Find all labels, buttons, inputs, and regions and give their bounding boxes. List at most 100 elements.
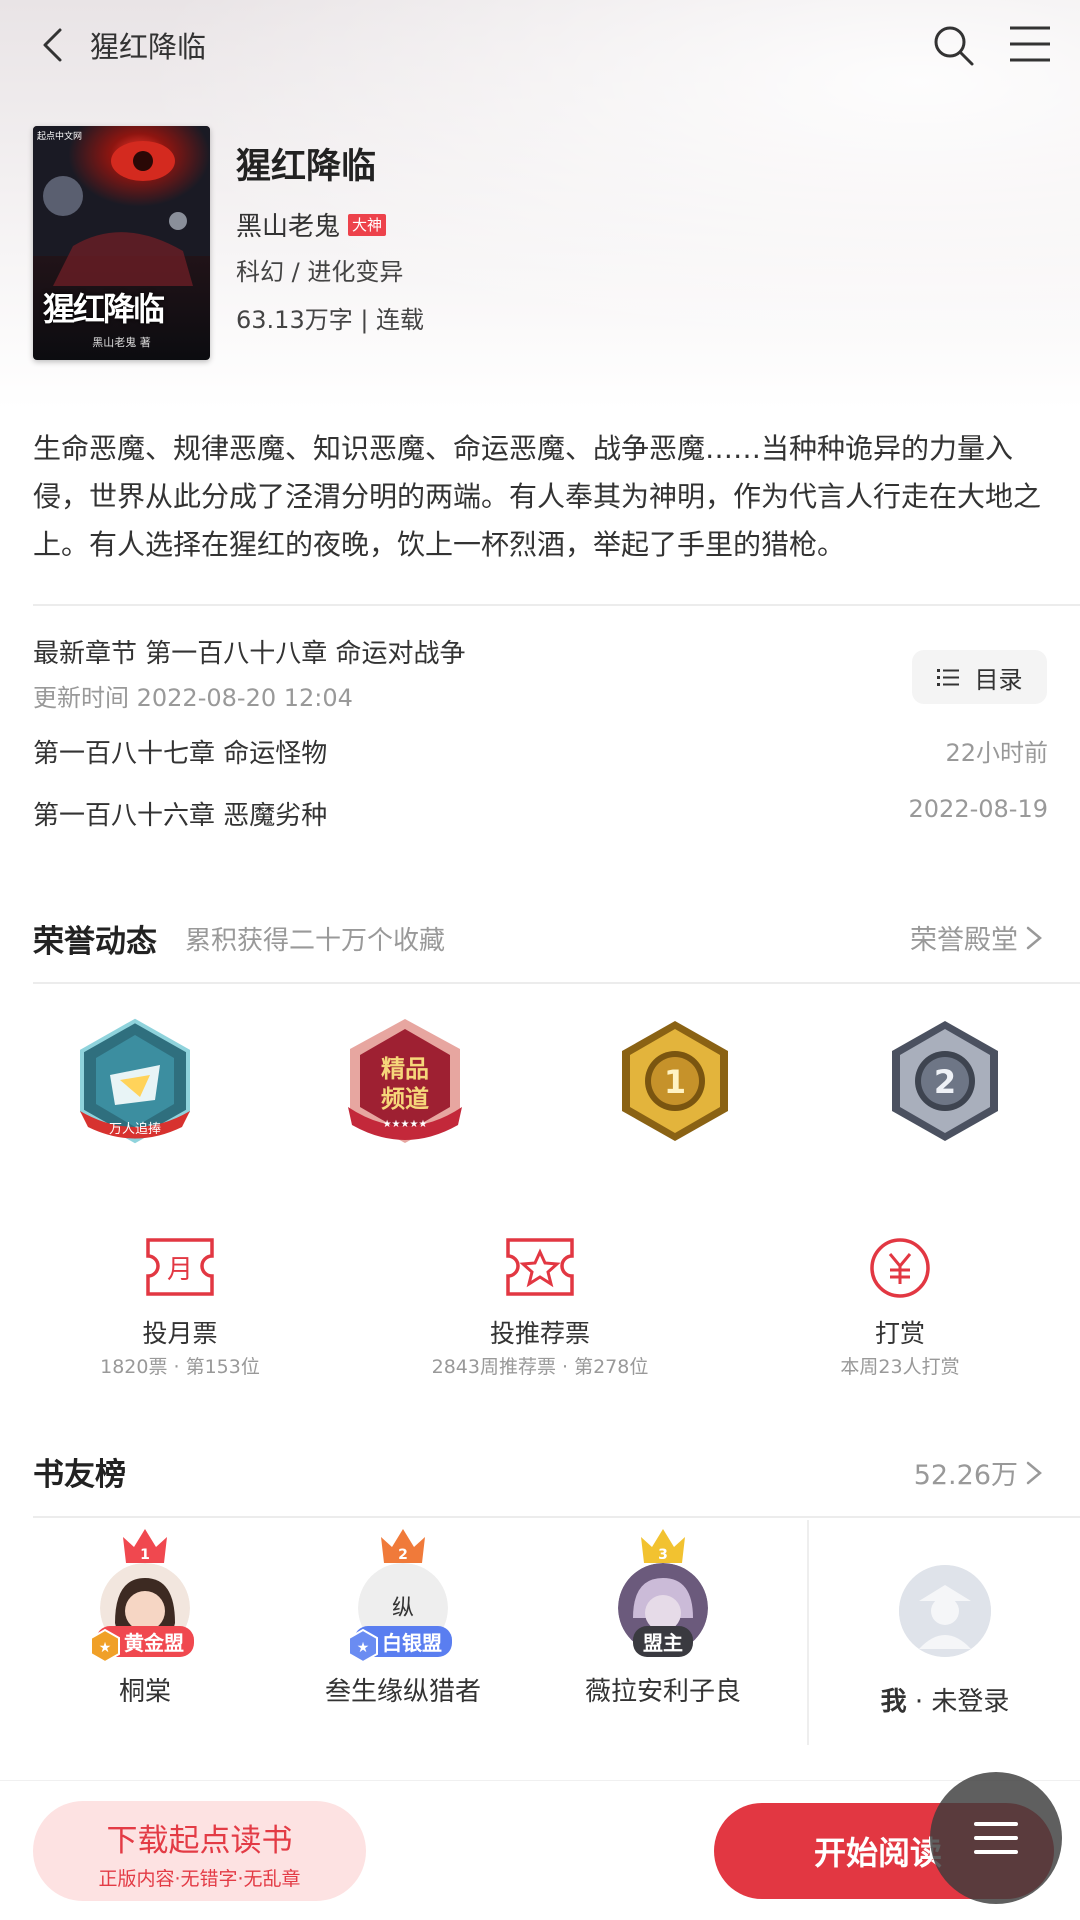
recommend-ticket-button[interactable]: 投推荐票 2843周推荐票 · 第278位: [430, 1232, 650, 1379]
catalog-label: 目录: [974, 665, 1023, 694]
fans-count-link[interactable]: 52.26万: [914, 1453, 1048, 1492]
chapter-row[interactable]: 第一百八十六章 恶魔劣种 2022-08-19: [33, 795, 1048, 832]
top-bar: 猩红降临: [0, 0, 1080, 90]
crown-icon: 2: [381, 1529, 425, 1563]
download-app-button[interactable]: 下载起点读书 正版内容·无错字·无乱章: [33, 1801, 366, 1901]
fan-name: 叁生缘纵猎者: [324, 1677, 481, 1707]
jingpin-badge-icon: 精品 频道 ★★★★★: [348, 1019, 462, 1143]
download-title: 下载起点读书: [106, 1823, 293, 1859]
author-name[interactable]: 黑山老鬼: [236, 206, 340, 243]
reward-button[interactable]: 打赏 本周23人打赏: [790, 1232, 1010, 1379]
bottom-bar: 下载起点读书 正版内容·无错字·无乱章 开始阅读: [0, 1780, 1080, 1920]
svg-text:纵: 纵: [392, 1596, 414, 1621]
svg-text:精品: 精品: [381, 1054, 429, 1083]
latest-chapter[interactable]: 最新章节 第一百八十八章 命运对战争: [33, 633, 466, 670]
cover-author: 黑山老鬼 著: [92, 336, 151, 349]
divider: [33, 604, 1080, 606]
divider: [33, 1516, 1080, 1518]
fan-name: 薇拉安利子良: [584, 1677, 741, 1707]
cover-title: 猩红降临: [43, 290, 165, 328]
svg-text:★: ★: [357, 1640, 370, 1656]
fans-header: 书友榜 52.26万: [33, 1445, 1048, 1495]
chapter-title: 第一百八十六章 恶魔劣种: [33, 801, 328, 831]
svg-text:2: 2: [934, 1063, 956, 1101]
nav-title: 猩红降临: [90, 30, 207, 64]
monthly-ticket-button[interactable]: 月 投月票 1820票 · 第153位: [70, 1232, 290, 1379]
cover-publisher: 起点中文网: [37, 132, 83, 142]
book-cover[interactable]: 起点中文网 猩红降临 黑山老鬼 著: [33, 126, 210, 360]
fans-title: 书友榜: [33, 1457, 126, 1493]
vote-label: 投推荐票: [489, 1319, 590, 1348]
crown-icon: 1: [123, 1529, 167, 1563]
chapter-title: 第一百八十七章 命运怪物: [33, 739, 328, 769]
chapter-row[interactable]: 第一百八十七章 命运怪物 22小时前: [33, 733, 1048, 770]
vote-sub: 本周23人打赏: [840, 1356, 960, 1378]
divider: [33, 982, 1080, 984]
chevron-left-icon: [43, 28, 62, 62]
badge-text: 万人追捧: [109, 1121, 161, 1137]
start-reading-label: 开始阅读: [814, 1834, 943, 1872]
silver-league-icon: ★: [348, 1629, 378, 1663]
svg-text:1: 1: [664, 1063, 686, 1101]
wanren-badge-icon: 万人追捧: [80, 1018, 190, 1144]
honor-hall-link[interactable]: 荣誉殿堂: [910, 918, 1048, 957]
svg-text:频道: 频道: [381, 1084, 429, 1113]
chevron-right-icon: [1026, 1461, 1042, 1484]
fan-tag: 盟主: [633, 1626, 693, 1657]
book-wordcount: 63.13万字 | 连载: [236, 306, 425, 334]
honor-link-label: 荣誉殿堂: [910, 925, 1018, 956]
back-button[interactable]: [30, 20, 80, 70]
book-title: 猩红降临: [236, 147, 377, 187]
reward-coin-icon: [870, 1238, 930, 1298]
my-rank-item[interactable]: 我 · 未登录: [840, 1565, 1050, 1718]
rank-1-badge-icon: 1: [622, 1021, 728, 1141]
honor-title: 荣誉动态: [33, 924, 157, 960]
fan-item[interactable]: 2 纵 白银盟 ★ 叁生缘纵猎者: [303, 1525, 503, 1708]
honor-badge-wanren[interactable]: 万人追捧: [70, 1015, 200, 1155]
book-genre[interactable]: 科幻 / 进化变异: [236, 252, 403, 287]
download-subtitle: 正版内容·无错字·无乱章: [98, 1868, 301, 1890]
honor-header: 荣誉动态 累积获得二十万个收藏 荣誉殿堂: [33, 912, 1048, 960]
login-status: · 未登录: [906, 1687, 1010, 1717]
menu-icon: [974, 1822, 1018, 1854]
honor-subtitle: 累积获得二十万个收藏: [185, 926, 446, 956]
crown-icon: 3: [641, 1529, 685, 1563]
me-label: 我: [880, 1687, 907, 1717]
rank-2-badge-icon: 2: [892, 1021, 998, 1141]
fan-item[interactable]: 1 黄金盟 ★ 桐棠: [45, 1525, 245, 1708]
author-line[interactable]: 黑山老鬼 大神: [236, 206, 387, 243]
search-icon: [934, 26, 974, 66]
search-button[interactable]: [930, 22, 978, 70]
svg-text:★★★★★: ★★★★★: [383, 1119, 428, 1130]
honor-badge-rank-2[interactable]: 2: [880, 1015, 1010, 1155]
default-avatar-icon: [899, 1565, 991, 1657]
crown-rank: 3: [658, 1547, 668, 1563]
my-rank-label: 我 · 未登录: [840, 1681, 1050, 1718]
menu-button[interactable]: [1008, 22, 1052, 66]
book-intro[interactable]: 生命恶魔、规律恶魔、知识恶魔、命运恶魔、战争恶魔……当种种诡异的力量入侵，世界从…: [33, 425, 1048, 569]
catalog-button[interactable]: 目录: [912, 650, 1047, 704]
crown-rank: 2: [398, 1547, 408, 1563]
fans-count: 52.26万: [913, 1460, 1018, 1491]
list-icon: [936, 669, 959, 686]
vote-sub: 1820票 · 第153位: [100, 1356, 260, 1378]
update-time: 更新时间 2022-08-20 12:04: [33, 684, 353, 712]
vote-label: 打赏: [874, 1319, 925, 1348]
floating-menu-button[interactable]: [930, 1772, 1062, 1904]
monthly-ticket-icon: 月: [146, 1238, 214, 1296]
menu-icon: [1010, 26, 1050, 62]
vote-icon-glyph: 月: [167, 1255, 193, 1285]
chapter-time: 2022-08-19: [908, 795, 1048, 823]
fan-name: 桐棠: [118, 1677, 171, 1707]
recommend-ticket-icon: [506, 1238, 574, 1296]
fan-item[interactable]: 3 盟主 薇拉安利子良: [563, 1525, 763, 1708]
honor-badge-jingpin[interactable]: 精品 频道 ★★★★★: [340, 1015, 470, 1155]
vote-sub: 2843周推荐票 · 第278位: [431, 1356, 649, 1378]
honor-badge-rank-1[interactable]: 1: [610, 1015, 740, 1155]
crown-rank: 1: [140, 1547, 150, 1563]
chapter-time: 22小时前: [945, 739, 1048, 767]
chevron-right-icon: [1026, 926, 1042, 949]
author-badge: 大神: [348, 213, 387, 236]
vote-label: 投月票: [142, 1319, 218, 1348]
gold-league-icon: ★: [90, 1629, 120, 1663]
